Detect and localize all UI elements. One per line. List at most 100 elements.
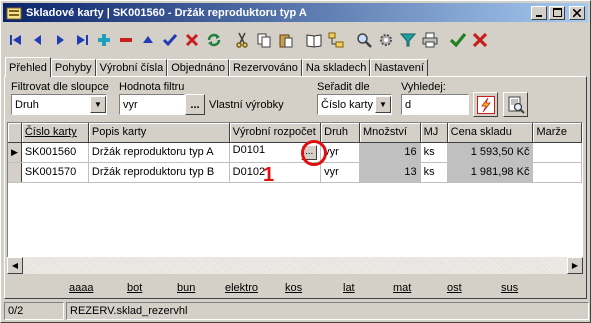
search-options-button[interactable] [503, 92, 528, 117]
delete-button[interactable] [115, 29, 137, 51]
cell-popis-karty[interactable]: Držák reproduktoru typ B [88, 162, 230, 183]
cell-mnozstvi[interactable]: 16 [359, 142, 421, 163]
lightning-icon [476, 95, 495, 114]
category-link[interactable]: kos [285, 282, 302, 294]
maximize-button[interactable] [549, 5, 565, 20]
confirm-button[interactable] [159, 29, 181, 51]
close-window-button[interactable] [569, 5, 585, 20]
cut-button[interactable] [231, 29, 253, 51]
cell-cena-skladu[interactable]: 1 593,50 Kč [447, 142, 534, 163]
first-record-button[interactable] [5, 29, 27, 51]
refresh-button[interactable] [203, 29, 225, 51]
category-link[interactable]: elektro [225, 282, 258, 294]
column-header-mj[interactable]: MJ [420, 123, 448, 143]
document-search-icon [508, 96, 525, 114]
cell-vyrobni-rozpocet[interactable]: D0102 [229, 162, 322, 183]
tab-rezervovano[interactable]: Rezervováno [229, 59, 302, 76]
annotation-circle [301, 140, 327, 166]
sort-label: Seřadit dle [317, 81, 370, 93]
scroll-left-button[interactable]: ◀ [7, 257, 23, 274]
cell-popis-karty[interactable]: Držák reproduktoru typ A [88, 142, 230, 163]
category-link[interactable]: lat [343, 282, 355, 294]
column-header-marze[interactable]: Marže [532, 123, 582, 143]
cell-cena-skladu[interactable]: 1 981,98 Kč [447, 162, 534, 183]
filter-button[interactable] [397, 29, 419, 51]
add-button[interactable] [93, 29, 115, 51]
cell-vyrobni-rozpocet-value: D0101 [232, 144, 266, 156]
paste-button[interactable] [275, 29, 297, 51]
header-indicator [8, 123, 22, 143]
category-link[interactable]: aaaa [69, 282, 93, 294]
last-record-button[interactable] [71, 29, 93, 51]
print-button[interactable] [419, 29, 441, 51]
cell-druh[interactable]: vyr [320, 162, 360, 183]
cell-mj[interactable]: ks [420, 162, 448, 183]
category-link[interactable]: sus [501, 282, 518, 294]
cell-mnozstvi[interactable]: 13 [359, 162, 421, 183]
tab-prehled[interactable]: Přehled [5, 57, 51, 77]
minimize-button[interactable] [531, 5, 547, 20]
scroll-right-button[interactable]: ▶ [567, 257, 583, 274]
tree-button[interactable] [325, 29, 347, 51]
first-record-icon [10, 35, 21, 45]
up-button[interactable] [137, 29, 159, 51]
tree-icon [328, 32, 344, 48]
app-icon [6, 7, 22, 19]
book-button[interactable] [303, 29, 325, 51]
annotation-number: 1 [263, 164, 275, 186]
column-header-vyrobni-rozpocet[interactable]: Výrobní rozpočet [229, 123, 322, 143]
table-header-row: Číslo karty Popis karty Výrobní rozpočet… [8, 123, 582, 143]
search-icon [357, 33, 372, 48]
prev-record-icon [34, 35, 41, 45]
settings-button[interactable] [375, 29, 397, 51]
prev-record-button[interactable] [27, 29, 49, 51]
column-header-mnozstvi[interactable]: Množství [359, 123, 421, 143]
scroll-track[interactable] [23, 257, 567, 274]
tab-vyrobni-cisla[interactable]: Výrobní čísla [95, 59, 168, 76]
refresh-icon [207, 33, 221, 47]
cell-mj[interactable]: ks [420, 142, 448, 163]
cell-cislo-karty[interactable]: SK001560 [21, 142, 89, 163]
filter-value-input[interactable]: vyr [119, 94, 185, 115]
chevron-down-icon: ▼ [90, 96, 106, 113]
search-execute-button[interactable] [473, 92, 498, 117]
cell-marze[interactable] [532, 162, 582, 183]
search-button[interactable] [353, 29, 375, 51]
settings-icon [380, 34, 392, 46]
tab-strip: Přehled Pohyby Výrobní čísla Objednáno R… [5, 57, 428, 77]
tab-nastaveni[interactable]: Nastavení [370, 59, 428, 76]
copy-button[interactable] [253, 29, 275, 51]
confirm-icon [162, 34, 178, 47]
cancel-edit-icon [185, 33, 199, 47]
cell-cislo-karty[interactable]: SK001570 [21, 162, 89, 183]
next-record-button[interactable] [49, 29, 71, 51]
search-input[interactable]: d [401, 94, 469, 115]
tab-na-skladech[interactable]: Na skladech [301, 59, 371, 76]
toolbar [5, 27, 491, 53]
category-link[interactable]: bun [177, 282, 195, 294]
chevron-down-icon: ▼ [375, 96, 391, 113]
column-header-cislo-karty[interactable]: Číslo karty [21, 123, 89, 143]
cell-marze[interactable] [532, 142, 582, 163]
close-form-button[interactable] [469, 29, 491, 51]
filter-value-label: Hodnota filtru [119, 81, 185, 93]
column-header-druh[interactable]: Druh [320, 123, 360, 143]
sort-select[interactable]: Číslo karty ▼ [317, 94, 392, 115]
tab-objednano[interactable]: Objednáno [167, 59, 230, 76]
cancel-edit-button[interactable] [181, 29, 203, 51]
table-row[interactable]: ▶ SK001560 Držák reproduktoru typ A D010… [8, 142, 582, 163]
copy-icon [257, 33, 271, 48]
category-link[interactable]: bot [127, 282, 142, 294]
column-header-popis-karty[interactable]: Popis karty [88, 123, 230, 143]
delete-icon [120, 38, 132, 42]
column-header-cena-skladu[interactable]: Cena skladu [447, 123, 534, 143]
filter-column-select[interactable]: Druh ▼ [11, 94, 107, 115]
tab-pohyby[interactable]: Pohyby [50, 59, 96, 76]
data-grid[interactable]: Číslo karty Popis karty Výrobní rozpočet… [7, 122, 583, 274]
ok-button[interactable] [447, 29, 469, 51]
horizontal-scrollbar[interactable]: ◀ ▶ [7, 257, 583, 274]
table-row[interactable]: SK001570 Držák reproduktoru typ B D0102 … [8, 162, 582, 183]
category-link[interactable]: ost [447, 282, 462, 294]
filter-value-lookup-button[interactable]: ... [185, 94, 205, 115]
category-link[interactable]: mat [393, 282, 411, 294]
